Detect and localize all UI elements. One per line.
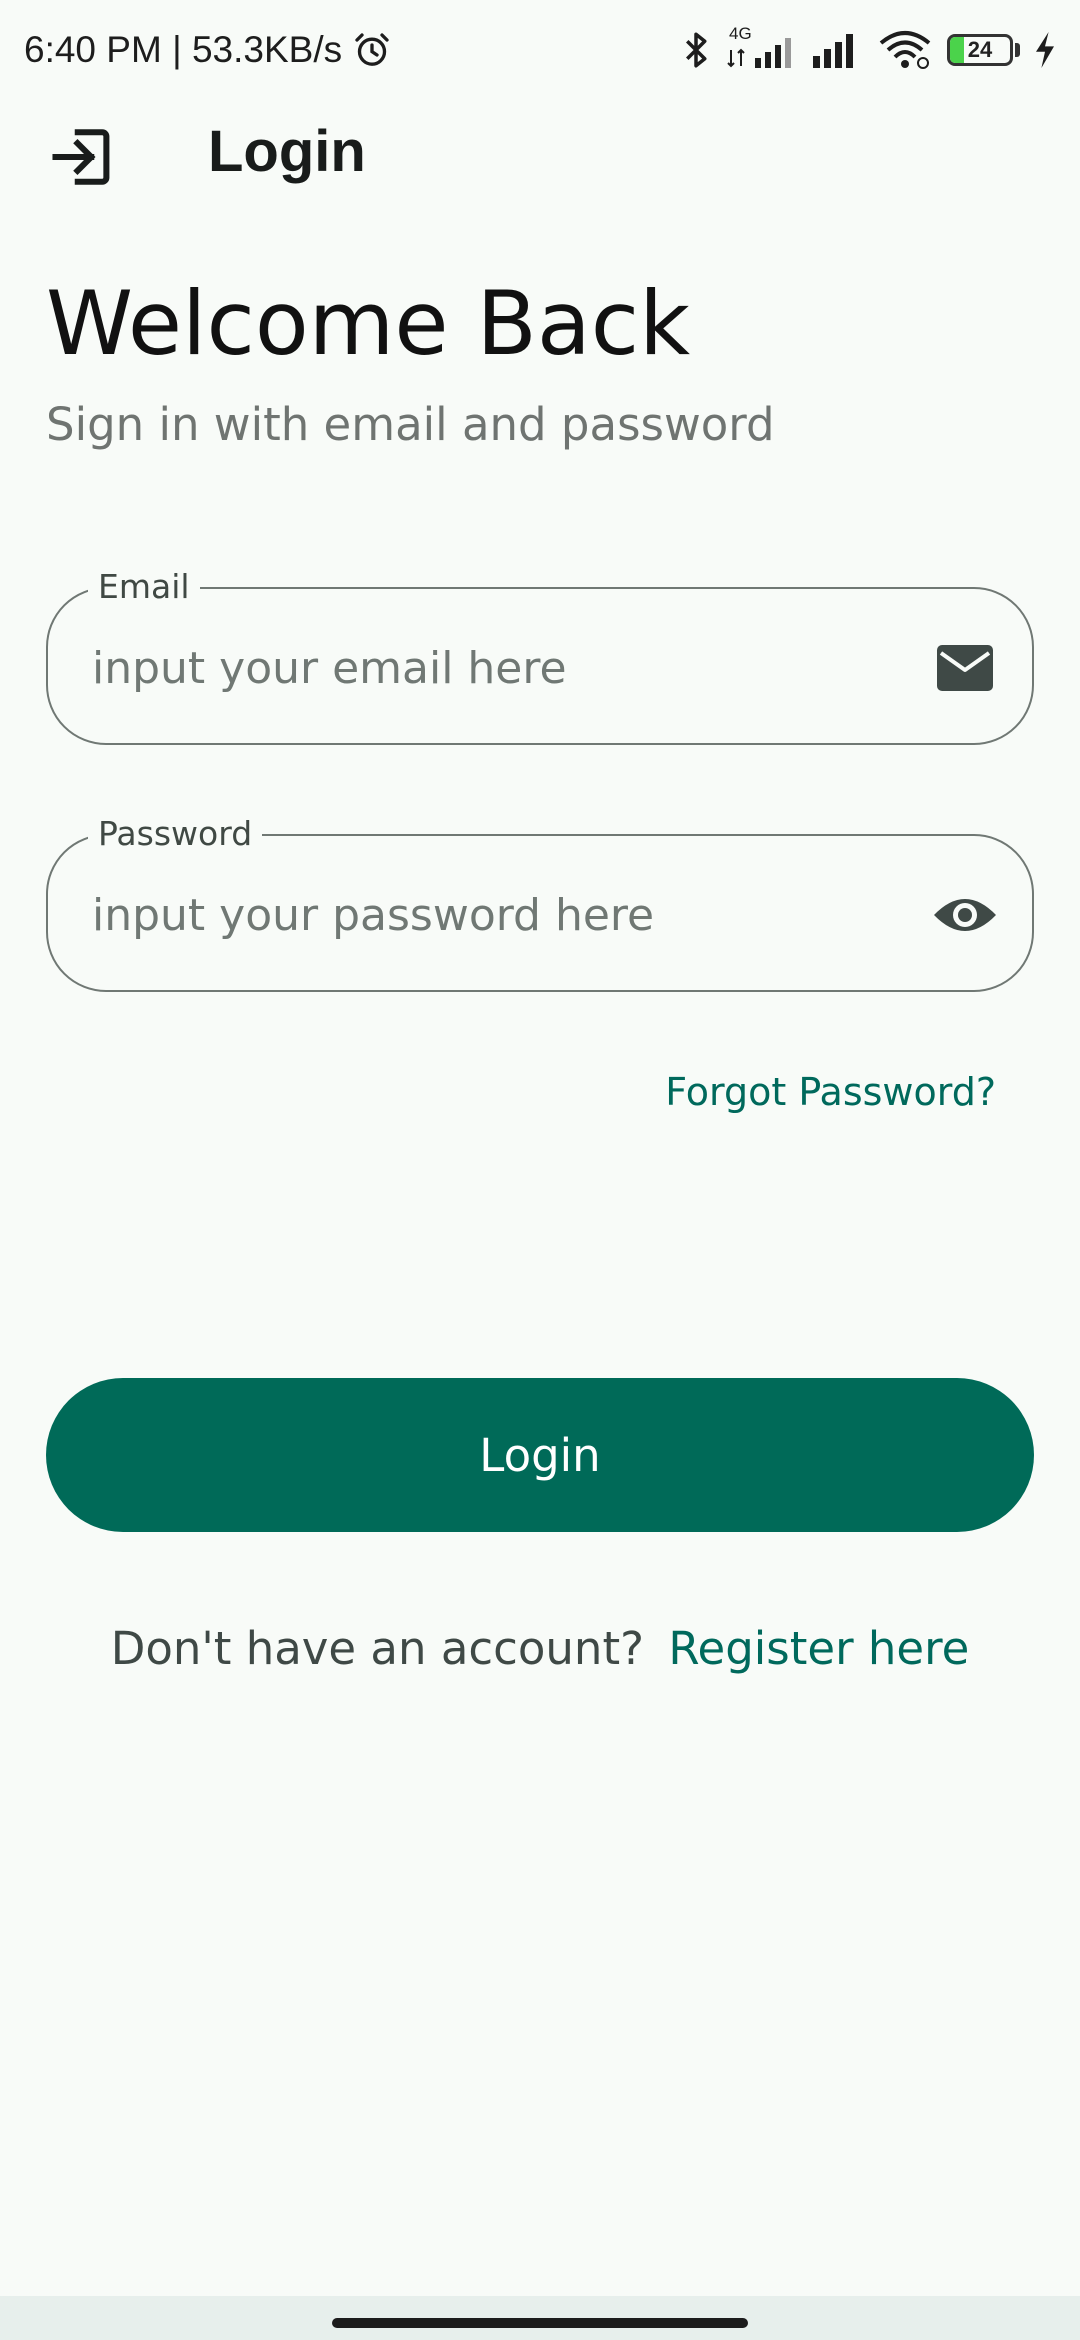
status-time-speed: 6:40 PM | 53.3KB/s xyxy=(24,29,343,70)
app-bar: Login xyxy=(0,100,1080,212)
register-prompt: Don't have an account? xyxy=(110,1622,644,1675)
eye-icon[interactable] xyxy=(932,882,998,948)
welcome-title: Welcome Back xyxy=(46,272,691,375)
battery-fill xyxy=(950,37,965,63)
signal-4g-icon: 4G xyxy=(725,24,795,72)
register-link[interactable]: Register here xyxy=(668,1622,969,1675)
home-gesture-handle[interactable] xyxy=(332,2318,748,2328)
navigation-bar xyxy=(0,2296,1080,2340)
login-icon xyxy=(52,129,110,185)
welcome-subtitle: Sign in with email and password xyxy=(46,398,775,451)
page-title: Login xyxy=(208,119,366,184)
charging-icon xyxy=(1036,32,1054,68)
battery-level: 24 xyxy=(967,37,993,62)
email-input[interactable] xyxy=(92,633,892,703)
status-right: 4G 24 xyxy=(681,24,1056,72)
wifi-icon xyxy=(879,31,931,69)
mail-icon xyxy=(932,635,998,701)
password-input[interactable] xyxy=(92,880,892,950)
email-field[interactable]: Email xyxy=(46,567,1034,745)
signal-icon xyxy=(813,34,853,68)
bluetooth-icon xyxy=(686,32,707,68)
login-screen: 6:40 PM | 53.3KB/s 4G 24 Login Welcome B… xyxy=(0,0,1080,2340)
forgot-password-link[interactable]: Forgot Password? xyxy=(665,1070,996,1114)
alarm-icon xyxy=(355,33,389,66)
password-field[interactable]: Password xyxy=(46,814,1034,992)
password-label: Password xyxy=(88,814,263,853)
email-label: Email xyxy=(88,567,200,606)
battery-icon: 24 xyxy=(947,34,1020,66)
battery-body: 24 xyxy=(947,34,1013,66)
login-button[interactable]: Login xyxy=(46,1378,1034,1532)
status-bar: 6:40 PM | 53.3KB/s 4G 24 xyxy=(0,0,1080,100)
battery-tip xyxy=(1015,43,1020,57)
status-left: 6:40 PM | 53.3KB/s xyxy=(24,29,392,71)
register-row: Don't have an account? Register here xyxy=(0,1622,1080,1675)
